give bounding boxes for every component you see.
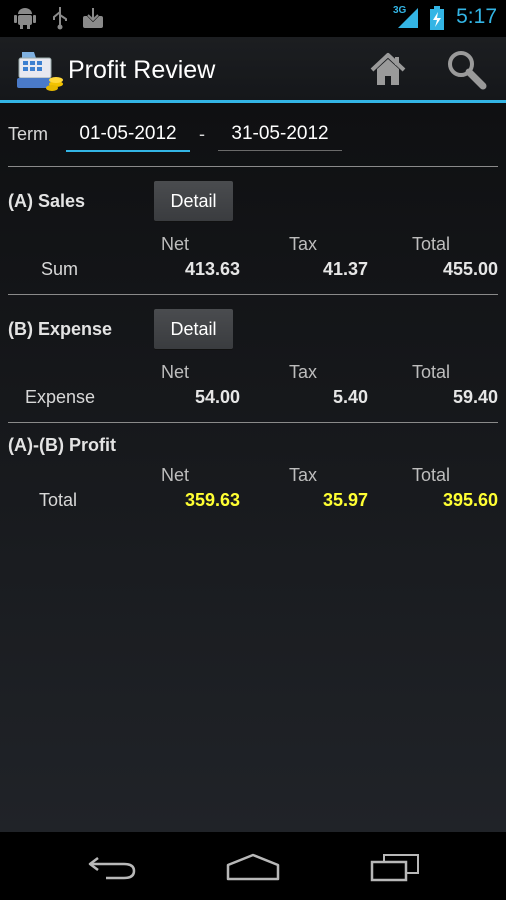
battery-icon <box>430 6 444 30</box>
profit-section-title: (A)-(B) Profit <box>8 435 116 455</box>
divider <box>8 294 498 295</box>
term-from-underline <box>66 150 190 152</box>
back-icon[interactable] <box>86 852 140 882</box>
total-column-header: Total <box>412 234 451 254</box>
net-column-header: Net <box>161 234 190 254</box>
net-column-header: Net <box>161 465 190 485</box>
expense-section-title: (B) Expense <box>8 319 113 339</box>
term-to-underline <box>218 150 342 151</box>
status-bar: 3G 5:17 <box>0 0 506 37</box>
profit-row-label: Total <box>39 490 78 510</box>
download-icon <box>83 8 103 28</box>
tax-column-header: Tax <box>289 465 318 485</box>
divider <box>8 422 498 423</box>
recent-apps-icon[interactable] <box>368 852 422 882</box>
expense-row-label: Expense <box>25 387 96 407</box>
total-column-header: Total <box>412 362 451 382</box>
divider <box>8 166 498 167</box>
sales-row-label: Sum <box>41 259 79 279</box>
app-title: Profit Review <box>68 56 216 84</box>
sales-section-title: (A) Sales <box>8 191 86 211</box>
profit-net-value: 359.63 <box>184 490 240 510</box>
home-nav-icon[interactable] <box>224 851 282 883</box>
usb-icon <box>53 7 67 30</box>
total-column-header: Total <box>412 465 451 485</box>
profit-tax-value: 35.97 <box>322 490 368 510</box>
term-from-field[interactable]: 01-05-2012 <box>66 123 190 145</box>
android-debug-icon <box>14 8 36 29</box>
term-label: Term <box>8 124 48 144</box>
home-icon[interactable] <box>368 50 408 90</box>
sales-total-value: 455.00 <box>442 259 498 279</box>
expense-total-value: 59.40 <box>452 387 498 407</box>
tax-column-header: Tax <box>289 234 318 254</box>
term-separator: - <box>199 124 205 144</box>
sales-detail-button[interactable]: Detail <box>154 181 233 221</box>
expense-detail-button[interactable]: Detail <box>154 309 233 349</box>
clock: 5:17 <box>456 5 497 28</box>
expense-net-value: 54.00 <box>194 387 240 407</box>
cash-register-icon <box>17 52 63 91</box>
expense-tax-value: 5.40 <box>332 387 368 407</box>
search-icon[interactable] <box>446 49 488 91</box>
profit-total-value: 395.60 <box>442 490 498 510</box>
sales-tax-value: 41.37 <box>322 259 368 279</box>
net-column-header: Net <box>161 362 190 382</box>
sales-net-value: 413.63 <box>184 259 240 279</box>
term-to-field[interactable]: 31-05-2012 <box>218 123 342 145</box>
tax-column-header: Tax <box>289 362 318 382</box>
signal-icon <box>398 8 418 28</box>
